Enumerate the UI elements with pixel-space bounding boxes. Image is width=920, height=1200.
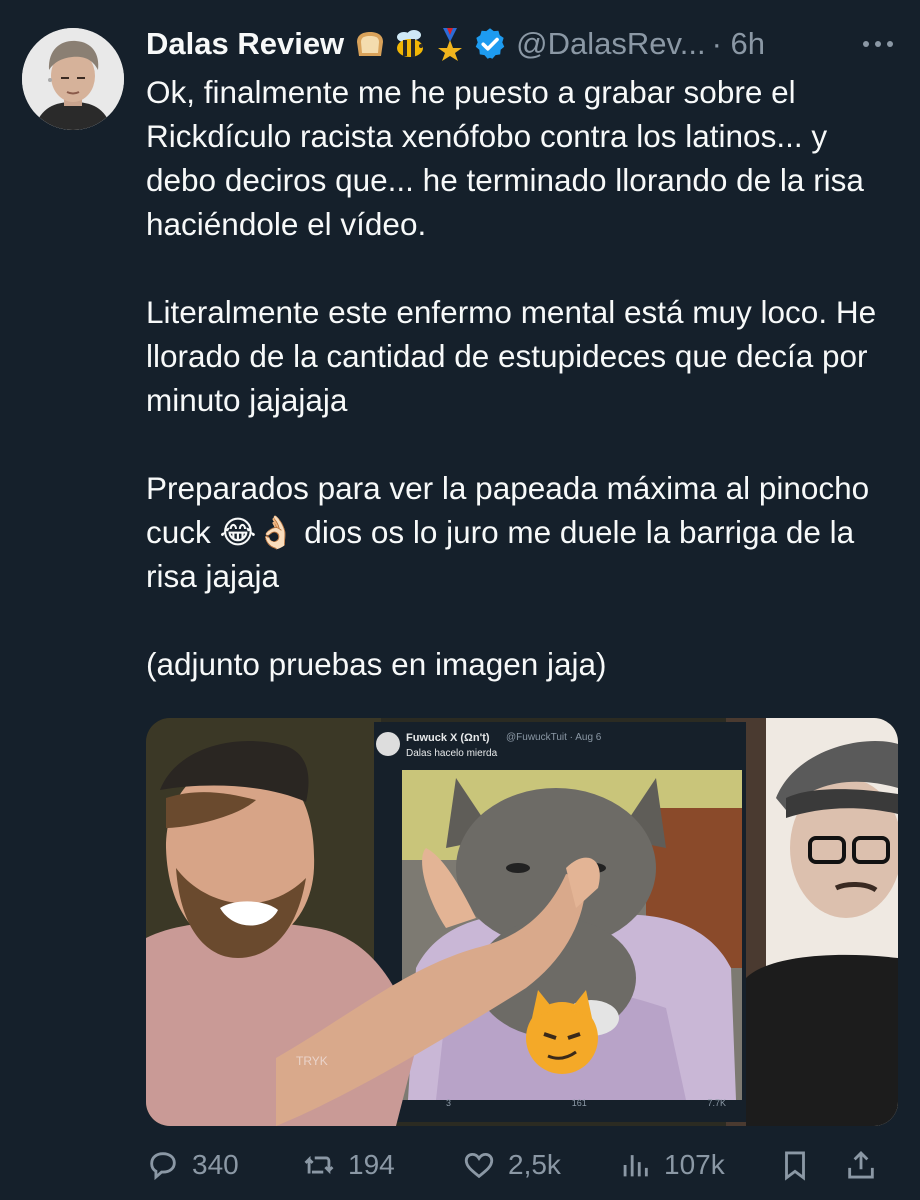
share-icon (848, 1150, 874, 1179)
views-button[interactable]: 107k (618, 1148, 778, 1182)
more-options-button[interactable] (858, 24, 898, 64)
like-button[interactable]: 2,5k (462, 1148, 618, 1182)
tweet-header: Dalas Review @DalasRev... · 6h (146, 24, 906, 64)
embedded-likes: 161 (571, 1098, 587, 1108)
author-badges (352, 26, 508, 62)
avatar-image (22, 28, 124, 130)
author-avatar[interactable] (22, 28, 124, 130)
view-count: 107k (664, 1149, 725, 1180)
retweet-count: 194 (348, 1149, 395, 1180)
retweet-icon (304, 1155, 334, 1175)
reply-count: 340 (192, 1149, 239, 1180)
tweet-paragraph: Preparados para ver la papeada máxima al… (146, 470, 870, 594)
tweet-media-image[interactable]: Fuwuck X (Ωn't) @FuwuckTuit · Aug 6 Dala… (146, 718, 898, 1126)
tweet-paragraph: Ok, finalmente me he puesto a grabar sob… (146, 74, 864, 242)
embedded-tweet-header: Fuwuck X (Ωn't) @FuwuckTuit · Aug 6 Dala… (376, 732, 736, 770)
media-illustration (146, 718, 898, 1126)
reply-icon (150, 1152, 176, 1181)
share-button[interactable] (844, 1148, 884, 1182)
like-count: 2,5k (508, 1149, 561, 1180)
embedded-handle: @FuwuckTuit · Aug 6 (506, 732, 602, 743)
tweet-paragraph: (adjunto pruebas en imagen jaja) (146, 646, 607, 682)
bookmark-button[interactable] (778, 1148, 844, 1182)
tweet-text: Ok, finalmente me he puesto a grabar sob… (146, 70, 902, 686)
embedded-stats: 3 161 7.7K (446, 1098, 726, 1116)
author-name[interactable]: Dalas Review (146, 26, 344, 62)
embedded-views: 7.7K (707, 1098, 726, 1108)
embedded-author-name: Fuwuck X (Ωn't) (406, 732, 490, 744)
embedded-tweet-text: Dalas hacelo mierda (406, 748, 498, 759)
bookmark-icon (785, 1151, 805, 1181)
bread-icon (357, 32, 384, 56)
embedded-retweets: 3 (446, 1098, 452, 1108)
shirt-text: TRYK (296, 1054, 328, 1068)
bee-icon (397, 30, 424, 57)
medal-icon (438, 28, 463, 61)
heart-icon (464, 1152, 494, 1179)
views-icon (623, 1155, 648, 1177)
reply-button[interactable]: 340 (146, 1148, 302, 1182)
verified-icon (475, 28, 505, 59)
tweet-paragraph: Literalmente este enfermo mental está mu… (146, 294, 877, 418)
retweet-button[interactable]: 194 (302, 1148, 462, 1182)
embedded-avatar (376, 732, 400, 756)
tweet-time[interactable]: · 6h (712, 26, 765, 62)
author-handle[interactable]: @DalasRev... (516, 26, 705, 62)
more-icon (863, 41, 893, 47)
tweet-actions: 340 194 2,5k 107k (146, 1142, 898, 1188)
